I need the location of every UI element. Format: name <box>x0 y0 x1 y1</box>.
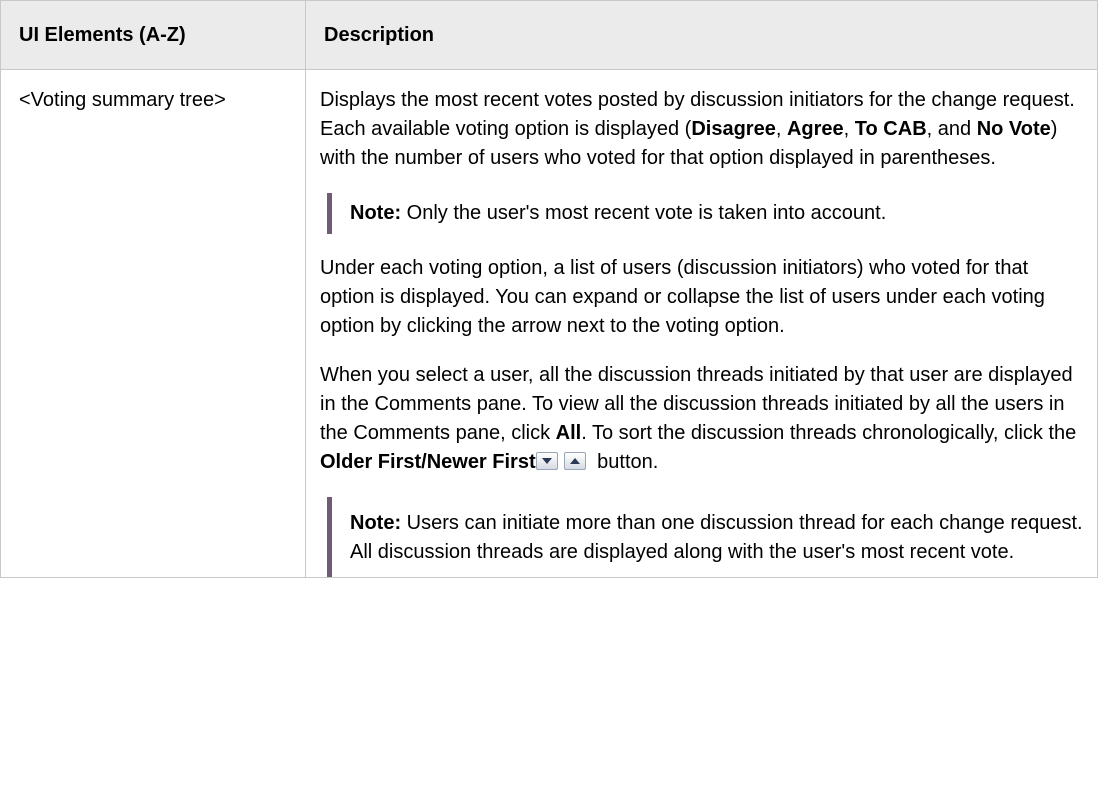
header-ui-elements: UI Elements (A-Z) <box>0 0 306 70</box>
p1-text-2: , <box>775 118 787 140</box>
header-description: Description <box>305 0 1098 70</box>
option-agree: Agree <box>786 118 844 140</box>
description-paragraph-3: When you select a user, all the discussi… <box>320 361 1087 477</box>
description-cell: Displays the most recent votes posted by… <box>305 69 1098 578</box>
option-no-vote: No Vote <box>976 118 1051 140</box>
p3-text-2: . To sort the discussion threads chronol… <box>581 422 1077 444</box>
note-box-2: Note: Users can initiate more than one d… <box>327 497 1087 577</box>
note-text: Users can initiate more than one discuss… <box>350 512 1083 563</box>
note-box-1: Note: Only the user's most recent vote i… <box>327 193 1087 234</box>
table-row: <Voting summary tree> Displays the most … <box>0 69 1098 578</box>
p3-text-3: button. <box>591 451 659 473</box>
description-paragraph-1: Displays the most recent votes posted by… <box>320 86 1087 173</box>
sort-up-arrow-icon <box>563 452 586 470</box>
ui-elements-table: UI Elements (A-Z) Description <Voting su… <box>0 0 1098 578</box>
all-link-label: All <box>555 422 582 444</box>
option-to-cab: To CAB <box>854 118 927 140</box>
ui-element-name: <Voting summary tree> <box>0 69 306 578</box>
table-header-row: UI Elements (A-Z) Description <box>0 0 1098 70</box>
note-text: Only the user's most recent vote is take… <box>401 202 887 224</box>
older-newer-first-label: Older First/Newer First <box>320 451 536 473</box>
option-disagree: Disagree <box>691 118 776 140</box>
note-label: Note: <box>350 202 402 224</box>
p1-text-4: , and <box>926 118 977 140</box>
p1-text-3: , <box>843 118 855 140</box>
sort-down-arrow-icon <box>535 452 558 470</box>
note-label: Note: <box>350 512 402 534</box>
description-paragraph-2: Under each voting option, a list of user… <box>320 257 1045 337</box>
